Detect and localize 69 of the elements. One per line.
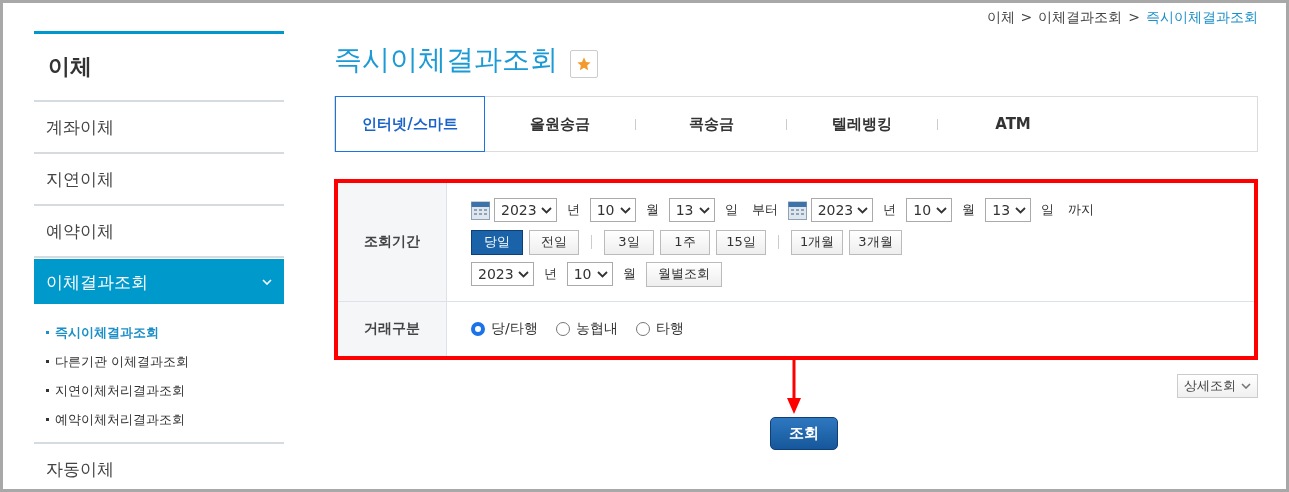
unit-label: 년 xyxy=(543,265,557,283)
tab[interactable]: 올원송금 xyxy=(485,96,635,152)
unit-label: 까지 xyxy=(1068,201,1095,219)
unit-label: 부터 xyxy=(751,201,778,219)
chevron-icon xyxy=(540,206,552,214)
unit-label: 월 xyxy=(645,201,659,219)
unit-label: 일 xyxy=(724,201,738,219)
radio-button[interactable] xyxy=(471,322,485,336)
unit-label: 년 xyxy=(883,201,897,219)
chevron-icon xyxy=(262,278,272,285)
chevron-icon xyxy=(857,206,869,214)
search-button[interactable]: 조회 xyxy=(770,417,838,450)
page-title: 즉시이체결과조회 xyxy=(334,42,558,78)
submenu-item[interactable]: 다른기관 이체결과조회 xyxy=(46,347,284,376)
submenu-item[interactable]: 즉시이체결과조회 xyxy=(46,318,284,347)
monthly-search-button[interactable]: 월별조회 xyxy=(645,261,722,287)
period-button[interactable]: 15일 xyxy=(716,229,766,255)
radio-button[interactable] xyxy=(635,322,650,336)
select-field[interactable]: 2023 xyxy=(471,262,534,286)
select-field[interactable]: 10 xyxy=(566,262,613,286)
submenu-item[interactable]: 예약이체처리결과조회 xyxy=(46,405,284,434)
chevron-icon xyxy=(619,206,631,214)
unit-label: 월 xyxy=(962,201,976,219)
radio-label[interactable]: 당/타행 xyxy=(491,320,538,338)
chevron-icon xyxy=(698,206,710,214)
breadcrumb-item[interactable]: 이체결과조회 xyxy=(1038,9,1123,27)
tab[interactable]: ATM xyxy=(938,96,1088,152)
radio-button[interactable] xyxy=(555,322,570,336)
breadcrumb-item: > xyxy=(1128,9,1140,27)
breadcrumb-item[interactable]: 이체 xyxy=(986,9,1015,27)
tab[interactable]: 텔레뱅킹 xyxy=(787,96,937,152)
radio-label[interactable]: 농협내 xyxy=(575,320,618,338)
row-label: 조회기간 xyxy=(338,183,447,301)
breadcrumb-item[interactable]: 즉시이체결과조회 xyxy=(1146,9,1258,27)
arrow-icon xyxy=(786,358,802,414)
chevron-icon xyxy=(1241,383,1251,389)
chevron-icon xyxy=(596,270,608,278)
period-button[interactable]: 3개월 xyxy=(849,229,902,255)
tab[interactable]: 콕송금 xyxy=(636,96,786,152)
sidebar-item[interactable]: 자동이체 xyxy=(34,444,284,489)
calendar-icon[interactable] xyxy=(787,200,807,220)
breadcrumb-item: > xyxy=(1020,9,1033,27)
sidebar-item[interactable]: 계좌이체 xyxy=(34,102,284,154)
unit-label: 일 xyxy=(1041,201,1055,219)
sidebar-item[interactable]: 지연이체 xyxy=(34,154,284,206)
select-field[interactable]: 2023 xyxy=(494,198,557,222)
select-field[interactable]: 13 xyxy=(985,198,1032,222)
calendar-icon[interactable] xyxy=(471,200,490,220)
row-label: 거래구분 xyxy=(338,302,447,356)
period-button[interactable]: 1주 xyxy=(660,229,710,255)
sidebar-title: 이체 xyxy=(34,34,284,102)
submenu-item[interactable]: 지연이체처리결과조회 xyxy=(46,376,284,405)
unit-label: 월 xyxy=(622,265,636,283)
chevron-icon xyxy=(1015,206,1027,214)
select-field[interactable]: 2023 xyxy=(810,198,874,222)
period-button[interactable]: 1개월 xyxy=(791,229,844,255)
select-field[interactable]: 10 xyxy=(906,198,953,222)
detail-search-button[interactable]: 상세조회 xyxy=(1177,374,1258,398)
chevron-icon xyxy=(936,206,948,214)
period-button[interactable]: 당일 xyxy=(471,229,523,255)
star-icon xyxy=(576,56,592,72)
tab[interactable]: 인터넷/스마트 xyxy=(335,96,485,152)
radio-label[interactable]: 타행 xyxy=(655,320,684,338)
select-field[interactable]: 10 xyxy=(589,198,636,222)
select-field[interactable]: 13 xyxy=(668,198,715,222)
period-button[interactable]: 3일 xyxy=(604,229,654,255)
unit-label: 년 xyxy=(566,201,580,219)
chevron-icon xyxy=(517,270,529,278)
period-button[interactable]: 전일 xyxy=(529,229,579,255)
